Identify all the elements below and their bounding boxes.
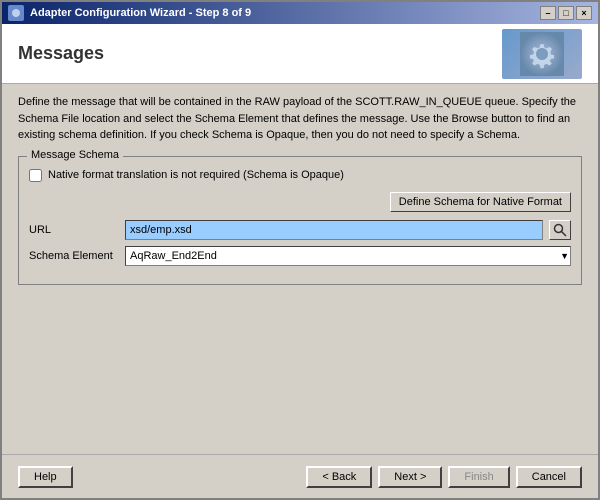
opaque-checkbox[interactable]: [29, 169, 42, 182]
url-row: URL: [29, 220, 571, 240]
help-button[interactable]: Help: [18, 466, 73, 488]
define-btn-row: Define Schema for Native Format: [29, 192, 571, 212]
gear-icon: [520, 32, 564, 76]
content-area: Define the message that will be containe…: [2, 84, 598, 454]
schema-element-label: Schema Element: [29, 250, 119, 262]
define-schema-button[interactable]: Define Schema for Native Format: [390, 192, 571, 212]
cancel-button[interactable]: Cancel: [516, 466, 582, 488]
close-button[interactable]: ×: [576, 6, 592, 20]
footer-right: < Back Next > Finish Cancel: [306, 466, 582, 488]
window-title: Adapter Configuration Wizard - Step 8 of…: [30, 7, 251, 19]
page-title: Messages: [18, 43, 104, 64]
title-bar: Adapter Configuration Wizard - Step 8 of…: [2, 2, 598, 24]
next-button[interactable]: Next >: [378, 466, 442, 488]
header-banner: Messages: [2, 24, 598, 84]
message-schema-group: Message Schema Native format translation…: [18, 156, 582, 285]
browse-button[interactable]: [549, 220, 571, 240]
search-icon: [553, 223, 567, 237]
footer: Help < Back Next > Finish Cancel: [2, 454, 598, 498]
app-icon: [8, 5, 24, 21]
url-label: URL: [29, 224, 119, 236]
schema-element-select[interactable]: AqRaw_End2End Option2 Option3: [125, 246, 571, 266]
finish-button[interactable]: Finish: [448, 466, 509, 488]
schema-element-select-wrapper: AqRaw_End2End Option2 Option3 ▼: [125, 246, 571, 266]
schema-element-row: Schema Element AqRaw_End2End Option2 Opt…: [29, 246, 571, 266]
back-button[interactable]: < Back: [306, 466, 372, 488]
header-icon-area: [502, 29, 582, 79]
description-text: Define the message that will be containe…: [18, 94, 582, 144]
minimize-button[interactable]: –: [540, 6, 556, 20]
group-legend: Message Schema: [27, 149, 123, 161]
opaque-checkbox-label: Native format translation is not require…: [48, 169, 344, 181]
opaque-checkbox-row: Native format translation is not require…: [29, 169, 571, 182]
title-bar-buttons: – □ ×: [540, 6, 592, 20]
title-bar-left: Adapter Configuration Wizard - Step 8 of…: [8, 5, 251, 21]
main-window: Adapter Configuration Wizard - Step 8 of…: [0, 0, 600, 500]
url-input[interactable]: [125, 220, 543, 240]
maximize-button[interactable]: □: [558, 6, 574, 20]
footer-left: Help: [18, 466, 73, 488]
